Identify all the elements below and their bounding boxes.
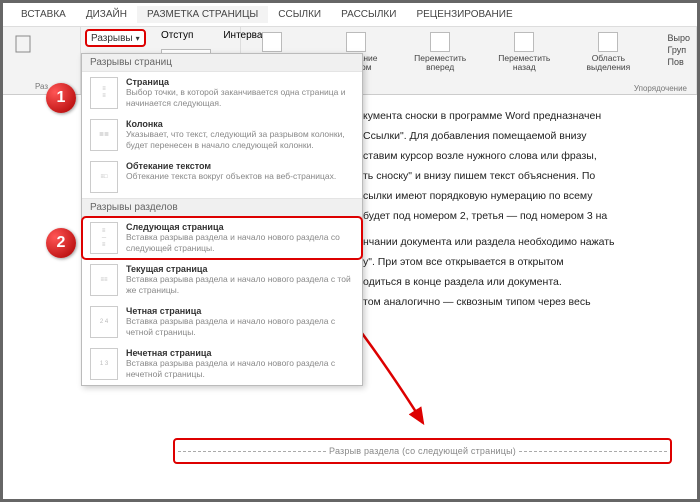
callout-2: 2 xyxy=(46,228,76,258)
section-break-marker: Разрыв раздела (со следующей страницы) xyxy=(173,438,672,464)
group-button[interactable]: Груп xyxy=(667,44,689,56)
selection-pane-button[interactable]: Область выделения xyxy=(583,30,633,72)
page-thumb-icon: ≡≡ xyxy=(90,77,118,109)
tab-insert[interactable]: ВСТАВКА xyxy=(11,6,76,23)
tab-references[interactable]: ССЫЛКИ xyxy=(268,6,331,23)
break-next-page[interactable]: ≡─≡ Следующая страницаВставка разрыва ра… xyxy=(82,217,362,259)
callout-1: 1 xyxy=(46,83,76,113)
break-odd-page[interactable]: 1 3 Нечетная страницаВставка разрыва раз… xyxy=(82,343,362,385)
group-arrange-label: Упорядочение xyxy=(634,84,687,93)
column-thumb-icon: ≣≣ xyxy=(90,119,118,151)
break-column[interactable]: ≣≣ КолонкаУказывает, что текст, следующи… xyxy=(82,114,362,156)
even-page-thumb-icon: 2 4 xyxy=(90,306,118,338)
margins-icon[interactable] xyxy=(9,30,37,58)
rotate-button[interactable]: Пов xyxy=(667,56,689,68)
dropdown-header-section-breaks: Разрывы разделов xyxy=(82,198,362,217)
tab-page-layout[interactable]: РАЗМЕТКА СТРАНИЦЫ xyxy=(137,6,268,23)
ribbon-tabs: ВСТАВКА ДИЗАЙН РАЗМЕТКА СТРАНИЦЫ ССЫЛКИ … xyxy=(3,3,697,27)
break-page[interactable]: ≡≡ СтраницаВыбор точки, в которой заканч… xyxy=(82,72,362,114)
break-text-wrapping[interactable]: ≡□ Обтекание текстомОбтекание текста вок… xyxy=(82,156,362,198)
breaks-dropdown: Разрывы страниц ≡≡ СтраницаВыбор точки, … xyxy=(81,53,363,386)
chevron-down-icon: ▾ xyxy=(136,34,140,43)
tab-review[interactable]: РЕЦЕНЗИРОВАНИЕ xyxy=(406,6,522,23)
continuous-thumb-icon: ≡≡ xyxy=(90,264,118,296)
bring-forward-button[interactable]: Переместить вперед xyxy=(415,30,465,72)
tab-mailings[interactable]: РАССЫЛКИ xyxy=(331,6,406,23)
break-even-page[interactable]: 2 4 Четная страницаВставка разрыва разде… xyxy=(82,301,362,343)
break-continuous[interactable]: ≡≡ Текущая страницаВставка разрыва разде… xyxy=(82,259,362,301)
dropdown-header-page-breaks: Разрывы страниц xyxy=(82,54,362,72)
tab-design[interactable]: ДИЗАЙН xyxy=(76,6,137,23)
next-page-thumb-icon: ≡─≡ xyxy=(90,222,118,254)
send-backward-button[interactable]: Переместить назад xyxy=(499,30,549,72)
wrap-thumb-icon: ≡□ xyxy=(90,161,118,193)
align-button[interactable]: Выро xyxy=(667,32,689,44)
odd-page-thumb-icon: 1 3 xyxy=(90,348,118,380)
breaks-button[interactable]: Разрывы▾ xyxy=(85,29,146,47)
